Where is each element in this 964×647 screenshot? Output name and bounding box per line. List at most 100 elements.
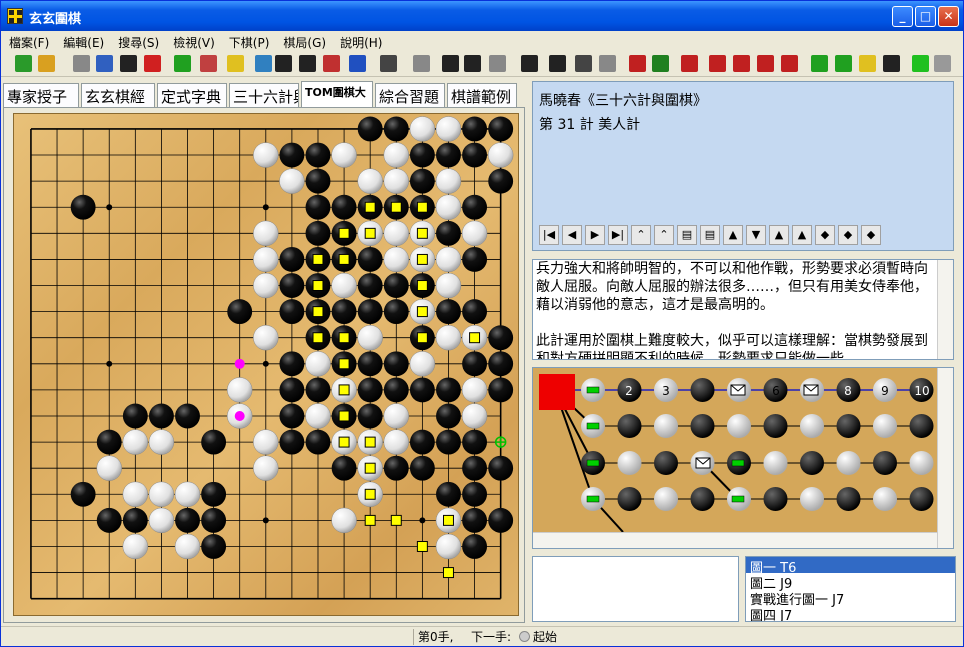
white-stone — [435, 533, 462, 560]
tab-game-records[interactable]: 棋譜範例 — [447, 83, 517, 107]
title-bar[interactable]: 玄玄圍棋 _ □ ✕ — [1, 1, 963, 31]
toolbar-button[interactable] — [912, 55, 929, 72]
menu-file[interactable]: 檔案(F) — [1, 31, 55, 51]
toolbar-button[interactable] — [442, 55, 459, 72]
maximize-button[interactable]: □ — [915, 6, 936, 27]
toolbar-button[interactable] — [200, 55, 217, 72]
minimize-button[interactable]: _ — [892, 6, 913, 27]
toolbar-button[interactable] — [629, 55, 646, 72]
nav-button[interactable]: ▲ — [792, 225, 812, 245]
diagram-list[interactable]: 圖一 T6 圖二 J9 實戰進行圖一 J7 圖四 J7 — [745, 556, 956, 622]
tree-comment-marker — [586, 495, 600, 503]
next-stone-icon — [515, 629, 530, 645]
menu-search[interactable]: 搜尋(S) — [110, 31, 165, 51]
toolbar-button[interactable] — [413, 55, 430, 72]
tree-canvas[interactable]: 23468910 — [533, 368, 937, 537]
territory-marker — [312, 280, 324, 291]
tab-xuanxuan[interactable]: 玄玄棋經 — [81, 83, 155, 107]
list-item[interactable]: 圖四 J7 — [746, 605, 955, 621]
toolbar-button[interactable] — [599, 55, 616, 72]
toolbar-button[interactable] — [227, 55, 244, 72]
toolbar-button[interactable] — [275, 55, 292, 72]
toolbar-button[interactable] — [489, 55, 506, 72]
nav-button[interactable]: ◆ — [861, 225, 881, 245]
toolbar-button[interactable] — [299, 55, 316, 72]
star-point — [262, 360, 269, 367]
toolbar-button[interactable] — [859, 55, 876, 72]
toolbar-button[interactable] — [323, 55, 340, 72]
toolbar-button[interactable] — [652, 55, 669, 72]
toolbar-button[interactable] — [733, 55, 750, 72]
toolbar-button[interactable] — [781, 55, 798, 72]
tree-black-node — [617, 487, 642, 511]
toolbar-button[interactable] — [174, 55, 191, 72]
toolbar-button[interactable] — [38, 55, 55, 72]
tab-joseki[interactable]: 定式字典 — [157, 83, 227, 107]
toolbar-button[interactable] — [934, 55, 951, 72]
comment-box[interactable] — [532, 556, 739, 622]
tab-tom[interactable]: TOM圍棋大 — [301, 81, 373, 107]
nav-button[interactable]: ▲ — [723, 225, 743, 245]
list-item[interactable]: 圖一 T6 — [746, 557, 955, 576]
toolbar-button[interactable] — [349, 55, 366, 72]
toolbar-button[interactable] — [549, 55, 566, 72]
nav-button[interactable]: ▼ — [746, 225, 766, 245]
tab-expert[interactable]: 專家授子 — [3, 83, 79, 107]
menu-edit[interactable]: 編輯(E) — [55, 31, 110, 51]
nav-button[interactable]: ▤ — [700, 225, 720, 245]
nav-button[interactable]: ▶| — [608, 225, 628, 245]
tab-36-strategies[interactable]: 三十六計與 — [229, 83, 299, 107]
toolbar-button[interactable] — [811, 55, 828, 72]
toolbar-button[interactable] — [120, 55, 137, 72]
list-item[interactable]: 實戰進行圖一 J7 — [746, 589, 955, 608]
nav-button[interactable]: ▲ — [769, 225, 789, 245]
close-button[interactable]: ✕ — [938, 6, 959, 27]
nav-button[interactable]: ⌃ — [631, 225, 651, 245]
toolbar-button[interactable] — [521, 55, 538, 72]
toolbar-button[interactable] — [709, 55, 726, 72]
chapter-title: 第 31 計 美人計 — [539, 117, 641, 133]
star-point — [262, 517, 269, 524]
toolbar-button[interactable] — [681, 55, 698, 72]
tree-hscrollbar[interactable] — [533, 532, 937, 548]
tree-black-node — [873, 451, 897, 475]
territory-marker — [364, 201, 376, 213]
white-stone — [435, 116, 462, 142]
menu-play[interactable]: 下棋(P) — [221, 31, 276, 51]
menu-game[interactable]: 棋局(G) — [275, 31, 332, 51]
tree-move-number: 2 — [625, 384, 633, 398]
toolbar-button[interactable] — [757, 55, 774, 72]
go-board[interactable] — [13, 113, 519, 616]
variation-tree[interactable]: 23468910 — [532, 367, 954, 549]
toolbar-button[interactable] — [255, 55, 272, 72]
white-stone — [305, 403, 331, 429]
menu-help[interactable]: 說明(H) — [332, 31, 388, 51]
move-count: 第0手, — [413, 629, 465, 645]
menu-view[interactable]: 檢視(V) — [165, 31, 221, 51]
toolbar-button[interactable] — [575, 55, 592, 72]
nav-button[interactable]: ⌃ — [654, 225, 674, 245]
toolbar-button[interactable] — [15, 55, 32, 72]
toolbar-button[interactable] — [144, 55, 161, 72]
nav-button[interactable]: ▶ — [585, 225, 605, 245]
list-item[interactable]: 圖二 J9 — [746, 573, 955, 592]
commentary-scrollbar[interactable] — [937, 260, 953, 359]
tab-exercises[interactable]: 綜合習題 — [375, 83, 445, 107]
nav-button[interactable]: ◆ — [838, 225, 858, 245]
toolbar-button[interactable] — [73, 55, 90, 72]
tree-black-node — [690, 487, 715, 511]
white-stone — [357, 325, 383, 351]
tree-black-node — [800, 451, 824, 475]
tree-vscrollbar[interactable] — [937, 368, 953, 548]
toolbar-button[interactable] — [835, 55, 852, 72]
nav-button[interactable]: |◀ — [539, 225, 559, 245]
nav-button[interactable]: ◀ — [562, 225, 582, 245]
toolbar-button[interactable] — [464, 55, 481, 72]
black-stone — [383, 455, 409, 481]
toolbar-button[interactable] — [883, 55, 900, 72]
toolbar-button[interactable] — [96, 55, 113, 72]
nav-button[interactable]: ◆ — [815, 225, 835, 245]
toolbar-button[interactable] — [380, 55, 397, 72]
territory-marker — [338, 410, 350, 422]
nav-button[interactable]: ▤ — [677, 225, 697, 245]
